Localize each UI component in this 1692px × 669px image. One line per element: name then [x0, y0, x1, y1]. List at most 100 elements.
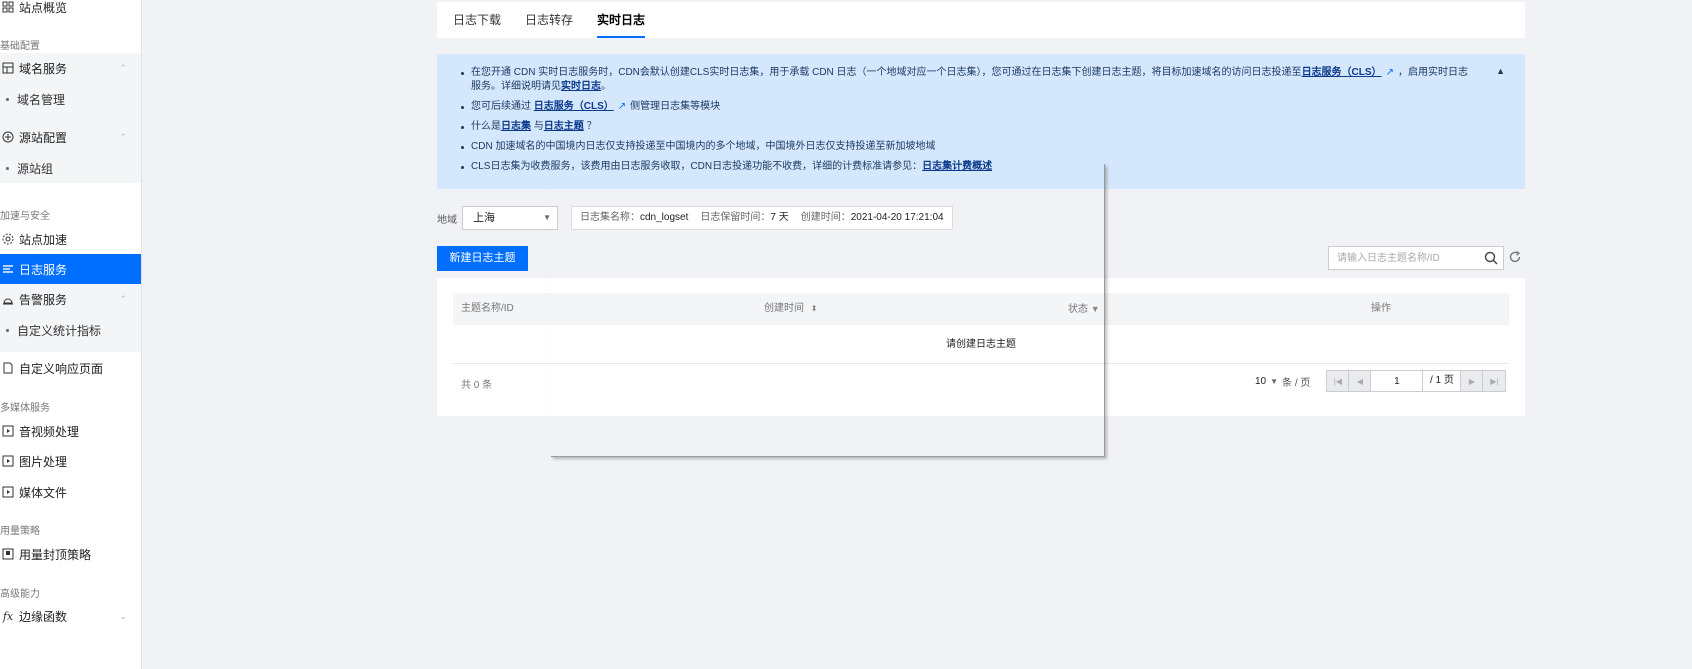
created-label: 创建时间：: [800, 212, 851, 223]
sidebar-item-log-service[interactable]: 日志服务: [0, 254, 141, 284]
search-input[interactable]: [1329, 247, 1469, 269]
bullet-icon: [6, 97, 9, 101]
external-link-icon: ↗: [1385, 67, 1394, 78]
bullet-icon: [6, 328, 9, 332]
info-item: 在您开通 CDN 实时日志服务时，CDN会默认创建CLS实时日志集，用于承载 C…: [461, 66, 1509, 94]
region-select[interactable]: 上海 ▼: [462, 206, 558, 230]
sidebar-item-label: 音视频处理: [19, 424, 80, 439]
grid-icon: [1, 0, 15, 14]
sidebar-item-domain-manage[interactable]: 域名管理: [0, 84, 141, 114]
cls-link-2[interactable]: 日志服务（CLS）: [534, 101, 614, 112]
video-icon: [1, 424, 15, 438]
info-text: CLS日志集为收费服务，该费用由日志服务收取，CDN日志投递功能不收费，详细的计…: [471, 161, 923, 172]
sidebar-item-label: 用量封顶策略: [19, 547, 92, 562]
info-item: CDN 加速域名的中国境内日志仅支持投递至中国境内的多个地域，中国境外日志仅支持…: [461, 140, 1509, 154]
sidebar-item-label: 自定义响应页面: [19, 361, 104, 376]
sidebar-item-label: 日志服务: [19, 262, 68, 277]
chevron-up-icon: ⌃: [119, 293, 127, 304]
sidebar-item-label: 站点加速: [19, 232, 68, 247]
logset-link[interactable]: 日志集: [501, 121, 531, 132]
info-item: CLS日志集为收费服务，该费用由日志服务收取，CDN日志投递功能不收费，详细的计…: [461, 160, 1509, 174]
sidebar-item-domain-service[interactable]: 域名服务 ⌃: [0, 53, 141, 83]
logset-name-label: 日志集名称：: [580, 212, 640, 223]
section-accel-security: 加速与安全: [0, 211, 50, 222]
prev-page-icon[interactable]: ◀: [1349, 371, 1372, 391]
info-item: 您可后续通过 日志服务（CLS） ↗ 侧管理日志集等模块: [461, 100, 1509, 114]
retention-value: 7 天: [770, 212, 789, 223]
logset-billing-link[interactable]: 日志集计费概述: [922, 161, 992, 172]
first-page-icon[interactable]: |◀: [1327, 371, 1350, 391]
info-text: CDN 加速域名的中国境内日志仅支持投递至中国境内的多个地域，中国境外日志仅支持…: [471, 141, 936, 152]
search-box: [1328, 246, 1504, 270]
sidebar-item-origin-group[interactable]: 源站组: [0, 153, 141, 183]
log-topic-link[interactable]: 日志主题: [544, 121, 584, 132]
sidebar-item-label: 媒体文件: [19, 485, 68, 500]
page-icon: [1, 361, 15, 375]
sidebar-item-av-processing[interactable]: 音视频处理: [0, 416, 141, 446]
total-pages: / 1 页: [1423, 371, 1462, 391]
last-page-icon[interactable]: ▶|: [1483, 371, 1506, 391]
log-topic-table-card: 主题名称/ID 创建时间 ⬍ 状态 ▼ 操作 请创建日志主题 共 0 条 10 …: [437, 278, 1525, 416]
chevron-down-icon: ⌄: [119, 610, 127, 621]
sidebar-item-edge-functions[interactable]: fx 边缘函数 ⌄: [0, 601, 141, 631]
domain-icon: [1, 61, 15, 75]
file-icon: [1, 485, 15, 499]
region-value: 上海: [473, 212, 495, 224]
info-item: 什么是日志集 与日志主题 ？: [461, 120, 1509, 134]
info-text: 什么是: [471, 121, 501, 132]
logset-name-value: cdn_logset: [640, 212, 689, 223]
sort-icon[interactable]: ⬍: [811, 304, 818, 313]
search-icon[interactable]: [1484, 251, 1498, 265]
tab-log-download[interactable]: 日志下载: [453, 2, 501, 38]
new-log-topic-button[interactable]: 新建日志主题: [437, 246, 528, 271]
caret-down-icon[interactable]: ▼: [1270, 377, 1278, 386]
info-text: 与: [533, 121, 544, 132]
sidebar-item-origin-config[interactable]: 源站配置 ⌃: [0, 122, 141, 152]
refresh-icon[interactable]: [1508, 250, 1522, 264]
sidebar-item-site-overview[interactable]: 站点概览: [0, 0, 141, 22]
chevron-up-icon: ⌃: [119, 131, 127, 142]
next-page-icon[interactable]: ▶: [1461, 371, 1484, 391]
sidebar-item-label: 边缘函数: [19, 609, 68, 624]
retention-label: 日志保留时间：: [700, 212, 771, 223]
sidebar-item-usage-cap[interactable]: 用量封顶策略: [0, 539, 141, 569]
column-created-time[interactable]: 创建时间 ⬍: [764, 293, 817, 325]
sidebar-item-image-processing[interactable]: 图片处理: [0, 446, 141, 476]
tab-log-transfer[interactable]: 日志转存: [525, 2, 573, 38]
sidebar-item-custom-page[interactable]: 自定义响应页面: [0, 353, 141, 383]
sidebar-item-media-files[interactable]: 媒体文件: [0, 477, 141, 507]
column-label: 状态: [1068, 304, 1088, 315]
info-text: 。: [601, 81, 611, 92]
column-topic-name: 主题名称/ID: [461, 303, 514, 314]
log-icon: [1, 262, 15, 276]
function-icon: fx: [2, 609, 14, 623]
sidebar-item-label: 自定义统计指标: [17, 323, 102, 338]
sidebar-item-label: 源站组: [17, 161, 54, 176]
tab-realtime-log[interactable]: 实时日志: [597, 2, 646, 38]
section-advanced: 高级能力: [0, 589, 40, 600]
section-media: 多媒体服务: [0, 403, 50, 414]
info-text: 在您开通 CDN 实时日志服务时，CDN会默认创建CLS实时日志集，用于承载 C…: [471, 67, 1302, 78]
sidebar-item-label: 站点概览: [19, 0, 68, 15]
region-label: 地域: [437, 215, 457, 226]
column-label: 创建时间: [764, 303, 804, 314]
sidebar-item-label: 图片处理: [19, 454, 68, 469]
cls-link[interactable]: 日志服务（CLS）: [1302, 67, 1382, 78]
page-size-select[interactable]: 10: [1255, 376, 1266, 387]
external-link-icon: ↗: [617, 101, 627, 112]
filter-icon[interactable]: ▼: [1091, 304, 1100, 314]
sidebar-item-alarm-service[interactable]: 告警服务 ⌃: [0, 284, 141, 314]
empty-state: 请创建日志主题: [453, 325, 1509, 364]
section-usage: 用量策略: [0, 526, 40, 537]
sidebar-item-site-accel[interactable]: 站点加速: [0, 224, 141, 254]
page-number-input[interactable]: [1371, 371, 1424, 391]
sidebar-item-label: 域名管理: [17, 92, 66, 107]
origin-icon: [1, 130, 15, 144]
sidebar-item-custom-metrics[interactable]: 自定义统计指标: [0, 315, 141, 345]
collapse-icon[interactable]: ▲: [1496, 66, 1505, 76]
info-text: 侧管理日志集等模块: [630, 101, 721, 112]
caret-down-icon: ▼: [543, 213, 551, 222]
section-basic-config: 基础配置: [0, 41, 40, 52]
column-status[interactable]: 状态 ▼: [1068, 293, 1100, 326]
realtime-log-link[interactable]: 实时日志: [561, 81, 601, 92]
